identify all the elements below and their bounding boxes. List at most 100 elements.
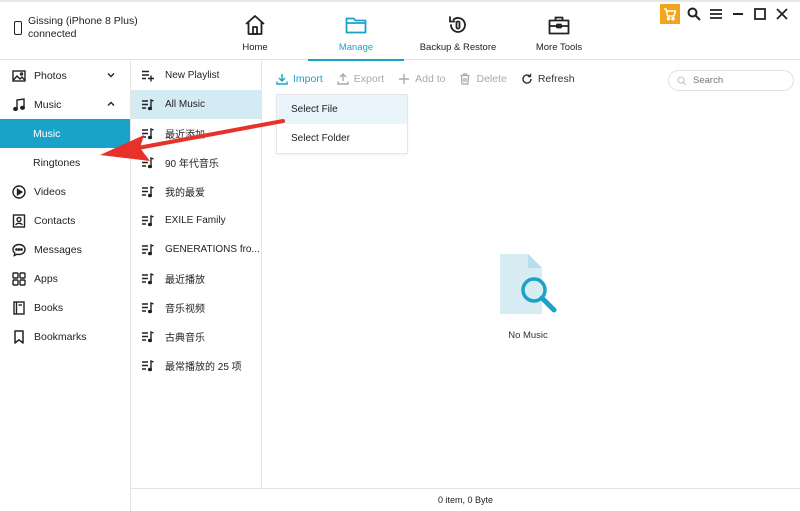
playlist-icon xyxy=(142,272,154,285)
playlist-label: EXILE Family xyxy=(165,215,226,226)
refresh-button[interactable]: Refresh xyxy=(521,73,575,85)
playlist-item[interactable]: 最近播放 xyxy=(131,264,261,293)
sidebar-item-label: Music xyxy=(34,98,62,111)
playlist-icon xyxy=(142,330,154,343)
folder-icon xyxy=(345,17,367,34)
sidebar-item-label: Contacts xyxy=(34,214,76,227)
add-playlist-icon xyxy=(142,70,154,82)
search-input[interactable] xyxy=(693,75,783,86)
search-icon xyxy=(677,75,687,85)
toolbar: Import Export Add to Delete Refresh xyxy=(276,73,589,85)
sidebar-item-label: Ringtones xyxy=(33,156,81,169)
export-icon xyxy=(337,73,349,85)
sidebar-item-label: Apps xyxy=(34,272,58,285)
no-file-search-icon xyxy=(500,254,557,314)
minimize-button[interactable] xyxy=(730,6,746,22)
add-to-button[interactable]: Add to xyxy=(398,73,445,85)
sidebar-item-photos[interactable]: Photos xyxy=(0,61,130,90)
sidebar-item-music[interactable]: Music xyxy=(0,90,130,119)
select-file-option[interactable]: Select File xyxy=(277,95,407,124)
sidebar-item-videos[interactable]: Videos xyxy=(0,177,130,206)
playlist-label: 90 年代音乐 xyxy=(165,159,219,170)
home-icon xyxy=(245,15,265,35)
tab-backup-restore-label: Backup & Restore xyxy=(419,42,497,53)
playlist-label: 古典音乐 xyxy=(165,333,205,344)
book-icon xyxy=(13,300,25,315)
sidebar-subitem-music[interactable]: Music xyxy=(0,119,130,148)
maximize-button[interactable] xyxy=(752,6,768,22)
tab-backup-restore[interactable]: Backup & Restore xyxy=(410,0,506,60)
playlist-label: 我的最爱 xyxy=(165,188,205,199)
chevron-down-icon xyxy=(107,73,115,78)
sidebar-item-label: Videos xyxy=(34,185,66,198)
sidebar: Photos Music Music Ringtones Videos Cont… xyxy=(0,61,131,511)
playlist-label: 音乐视频 xyxy=(165,304,205,315)
main-content: Import Export Add to Delete Refresh Sele… xyxy=(262,61,800,488)
empty-state: No Music xyxy=(494,252,562,341)
export-button[interactable]: Export xyxy=(337,73,384,85)
playlist-label: 最常播放的 25 项 xyxy=(165,362,242,373)
backup-restore-icon xyxy=(449,16,466,33)
sidebar-item-books[interactable]: Books xyxy=(0,293,130,322)
tab-manage-label: Manage xyxy=(338,42,374,53)
status-bar: 0 item, 0 Byte xyxy=(131,488,800,511)
delete-button[interactable]: Delete xyxy=(459,73,507,85)
sidebar-item-label: Messages xyxy=(34,243,82,256)
minimize-icon xyxy=(733,13,743,15)
search-window-button[interactable] xyxy=(686,6,702,22)
playlist-item[interactable]: All Music xyxy=(131,90,261,119)
tab-more-tools[interactable]: More Tools xyxy=(511,0,607,60)
playlist-item[interactable]: 最近添加 xyxy=(131,119,261,148)
new-playlist-button[interactable]: New Playlist xyxy=(131,61,261,90)
apps-grid-icon xyxy=(12,271,26,286)
tab-manage[interactable]: Manage xyxy=(308,0,404,61)
music-note-icon xyxy=(13,97,25,111)
playlist-item[interactable]: 最常播放的 25 项 xyxy=(131,351,261,380)
sidebar-item-label: Photos xyxy=(34,69,67,82)
playlist-icon xyxy=(142,359,154,372)
tab-home[interactable]: Home xyxy=(207,0,303,60)
playlist-item[interactable]: EXILE Family xyxy=(131,206,261,235)
playlist-item[interactable]: 我的最爱 xyxy=(131,177,261,206)
tab-home-label: Home xyxy=(242,42,268,53)
contacts-icon xyxy=(12,213,26,228)
playlist-icon xyxy=(142,127,154,140)
playlist-item[interactable]: 音乐视频 xyxy=(131,293,261,322)
close-icon xyxy=(776,8,788,20)
sidebar-item-label: Books xyxy=(34,301,64,314)
maximize-icon xyxy=(754,8,766,20)
sidebar-item-apps[interactable]: Apps xyxy=(0,264,130,293)
playlist-panel: New Playlist All Music 最近添加 90 年代音乐 我的最爱… xyxy=(131,61,262,488)
status-text: 0 item, 0 Byte xyxy=(437,495,494,505)
menu-button[interactable] xyxy=(708,6,724,22)
sidebar-subitem-ringtones[interactable]: Ringtones xyxy=(0,148,130,177)
sidebar-item-label: Music xyxy=(33,127,61,140)
tab-more-tools-label: More Tools xyxy=(535,42,583,53)
playlist-label: All Music xyxy=(165,99,206,110)
select-folder-option[interactable]: Select Folder xyxy=(277,124,407,153)
import-button[interactable]: Import xyxy=(276,73,323,85)
playlist-icon xyxy=(142,156,154,169)
playlist-icon xyxy=(142,301,154,314)
bookmark-icon xyxy=(14,329,24,344)
playlist-icon xyxy=(142,214,154,227)
playlist-item[interactable]: 古典音乐 xyxy=(131,322,261,351)
toolbox-icon xyxy=(548,16,570,35)
playlist-item[interactable]: GENERATIONS fro... xyxy=(131,235,261,264)
playlist-icon xyxy=(142,98,154,111)
trash-icon xyxy=(460,73,470,85)
sidebar-item-contacts[interactable]: Contacts xyxy=(0,206,130,235)
sidebar-item-bookmarks[interactable]: Bookmarks xyxy=(0,322,130,351)
play-icon xyxy=(12,184,26,199)
search-box[interactable] xyxy=(668,70,794,91)
photo-icon xyxy=(12,69,26,82)
sidebar-item-messages[interactable]: Messages xyxy=(0,235,130,264)
top-bar: Gissing (iPhone 8 Plus) connected Home M… xyxy=(0,0,800,61)
device-info[interactable]: Gissing (iPhone 8 Plus) connected xyxy=(14,15,138,41)
close-button[interactable] xyxy=(774,6,790,22)
refresh-icon xyxy=(522,73,532,84)
playlist-item[interactable]: 90 年代音乐 xyxy=(131,148,261,177)
cart-button[interactable] xyxy=(660,4,680,24)
empty-message: No Music xyxy=(508,330,548,341)
device-name: Gissing (iPhone 8 Plus) xyxy=(28,15,138,27)
